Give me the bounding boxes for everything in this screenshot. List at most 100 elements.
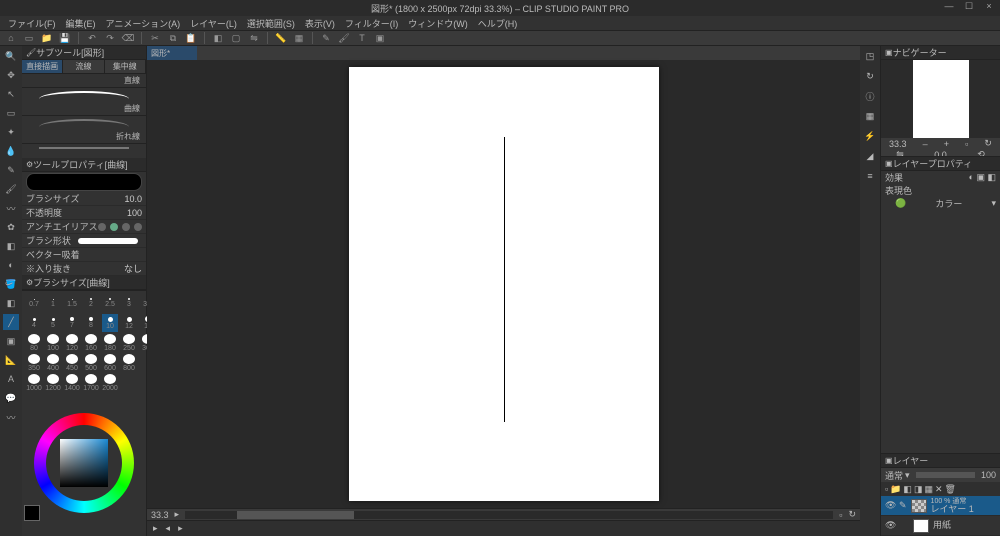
brushsize-cell[interactable]: 250	[121, 334, 137, 352]
subtool-tab-direct[interactable]: 直接描画	[22, 60, 63, 73]
menu-help[interactable]: ヘルプ(H)	[474, 17, 522, 30]
navigator-icon[interactable]: ◳	[862, 48, 878, 64]
prop-antialias[interactable]: アンチエイリアス	[22, 220, 146, 234]
eye-icon[interactable]: 👁	[885, 520, 895, 531]
menu-view[interactable]: 表示(V)	[301, 17, 339, 30]
opacity-slider[interactable]	[916, 472, 975, 478]
brushsize-cell[interactable]: 1000	[26, 374, 42, 392]
subtool-row-line[interactable]: 直線	[22, 74, 146, 88]
brushsize-cell[interactable]: 5	[45, 314, 61, 332]
brushsize-cell[interactable]: 2000	[102, 374, 118, 392]
copy-icon[interactable]: ⧉	[166, 31, 180, 45]
brushsize-cell[interactable]: 4	[26, 314, 42, 332]
brushsize-cell[interactable]: 3	[121, 294, 137, 312]
undo-icon[interactable]: ↶	[85, 31, 99, 45]
subtool-row-polyline[interactable]: 折れ線	[22, 130, 146, 144]
frame-prev-icon[interactable]: ◂	[166, 523, 171, 534]
canvas[interactable]	[147, 60, 860, 508]
layer-m-icon[interactable]: ▦	[924, 484, 933, 495]
brushsize-cell[interactable]: 1.5	[64, 294, 80, 312]
move-tool-icon[interactable]: ✥	[3, 67, 19, 83]
prop-brushsize[interactable]: ブラシサイズ10.0	[22, 192, 146, 206]
layer-a-icon[interactable]: ◧	[903, 484, 912, 495]
subtool-tab-stream[interactable]: 流線	[63, 60, 104, 73]
menu-edit[interactable]: 編集(E)	[62, 17, 100, 30]
navigator-thumbnail[interactable]	[881, 60, 1000, 138]
history-icon[interactable]: ↻	[862, 68, 878, 84]
brushsize-cell[interactable]: 800	[121, 354, 137, 372]
fill-tool-icon[interactable]: 🪣	[3, 276, 19, 292]
brushsize-cell[interactable]: 100	[45, 334, 61, 352]
rotate-icon[interactable]: ↻	[848, 509, 856, 520]
layer-row[interactable]: 👁 用紙	[881, 516, 1000, 536]
color-swatch[interactable]	[24, 505, 40, 521]
zoom-readout[interactable]: 33.3	[151, 510, 169, 520]
maximize-button[interactable]: ☐	[960, 0, 978, 12]
menu-file[interactable]: ファイル(F)	[4, 17, 60, 30]
layer-row[interactable]: 👁 ✎ 100 % 通常レイヤー 1	[881, 496, 1000, 516]
save-icon[interactable]: 💾	[58, 31, 72, 45]
balloon-tool-icon[interactable]: 💬	[3, 390, 19, 406]
brushsize-cell[interactable]: 160	[83, 334, 99, 352]
paste-icon[interactable]: 📋	[184, 31, 198, 45]
newfolder-icon[interactable]: 📁	[890, 484, 901, 495]
deco-tool-icon[interactable]: ✿	[3, 219, 19, 235]
brushsize-cell[interactable]: 1200	[45, 374, 61, 392]
nav-zoomout-icon[interactable]: –	[923, 139, 928, 149]
material-icon[interactable]: ▦	[862, 108, 878, 124]
brushsize-cell[interactable]: 0.7	[26, 294, 42, 312]
prop-taper[interactable]: ※入り抜きなし	[22, 262, 146, 276]
ruler-icon[interactable]: 📏	[274, 31, 288, 45]
brushsize-cell[interactable]: 1700	[83, 374, 99, 392]
brushsize-cell[interactable]: 180	[102, 334, 118, 352]
brushsize-cell[interactable]: 450	[64, 354, 80, 372]
gradient-tool-icon[interactable]: ◧	[3, 295, 19, 311]
new-icon[interactable]: ▭	[22, 31, 36, 45]
subtool-tab-focus[interactable]: 集中線	[105, 60, 146, 73]
page[interactable]	[349, 67, 659, 501]
menu-select[interactable]: 選択範囲(S)	[243, 17, 299, 30]
minimize-button[interactable]: —	[940, 0, 958, 12]
transform-icon[interactable]: ◧	[211, 31, 225, 45]
brushsize-cell[interactable]: 600	[102, 354, 118, 372]
color-square[interactable]	[60, 439, 108, 487]
scroll-track[interactable]	[185, 511, 833, 519]
brushsize-cell[interactable]: 80	[26, 334, 42, 352]
brushsize-cell[interactable]: 1400	[64, 374, 80, 392]
eraser-tool-icon[interactable]: ◧	[3, 238, 19, 254]
scroll-thumb[interactable]	[237, 511, 354, 519]
blend-select[interactable]: 通常	[885, 469, 903, 482]
layer-icon[interactable]: ≡	[862, 168, 878, 184]
subtool-row-curve[interactable]: 曲線	[22, 102, 146, 116]
cut-icon[interactable]: ✂	[148, 31, 162, 45]
action-icon[interactable]: ⚡	[862, 128, 878, 144]
grid-icon[interactable]: ▦	[292, 31, 306, 45]
zoom-out-icon[interactable]: ▸	[175, 509, 180, 520]
color-wheel[interactable]	[22, 403, 146, 523]
text-tool-icon[interactable]: A	[3, 371, 19, 387]
brushsize-cell[interactable]: 10	[102, 314, 118, 332]
brushsize-cell[interactable]: 500	[83, 354, 99, 372]
brushsize-cell[interactable]: 7	[64, 314, 80, 332]
brush-icon[interactable]: 🖌	[337, 31, 351, 45]
frame-icon[interactable]: ▣	[373, 31, 387, 45]
blend-tool-icon[interactable]: ◐	[3, 257, 19, 273]
frame-next-icon[interactable]: ▸	[178, 523, 183, 534]
info-icon[interactable]: ⓘ	[862, 88, 878, 104]
home-icon[interactable]: ⌂	[4, 31, 18, 45]
nav-zoomin-icon[interactable]: +	[944, 139, 949, 149]
effect-icons[interactable]: ◐ ▣ ◧	[969, 172, 996, 183]
arrow-tool-icon[interactable]: ↖	[3, 86, 19, 102]
fit-icon[interactable]: ▫	[839, 510, 842, 520]
zoom-tool-icon[interactable]: 🔍	[3, 48, 19, 64]
brush-tool-icon[interactable]: 🖌	[3, 181, 19, 197]
ruler-tool-icon[interactable]: 📐	[3, 352, 19, 368]
menu-layer[interactable]: レイヤー(L)	[186, 17, 241, 30]
airbrush-icon[interactable]: 〰	[3, 200, 19, 216]
prop-opacity[interactable]: 不透明度100	[22, 206, 146, 220]
eyedropper-icon[interactable]: 💧	[3, 143, 19, 159]
brushsize-cell[interactable]: 8	[83, 314, 99, 332]
brushsize-cell[interactable]: 2.5	[102, 294, 118, 312]
layer-x-icon[interactable]: ✕	[935, 484, 943, 495]
play-icon[interactable]: ▸	[153, 523, 158, 534]
